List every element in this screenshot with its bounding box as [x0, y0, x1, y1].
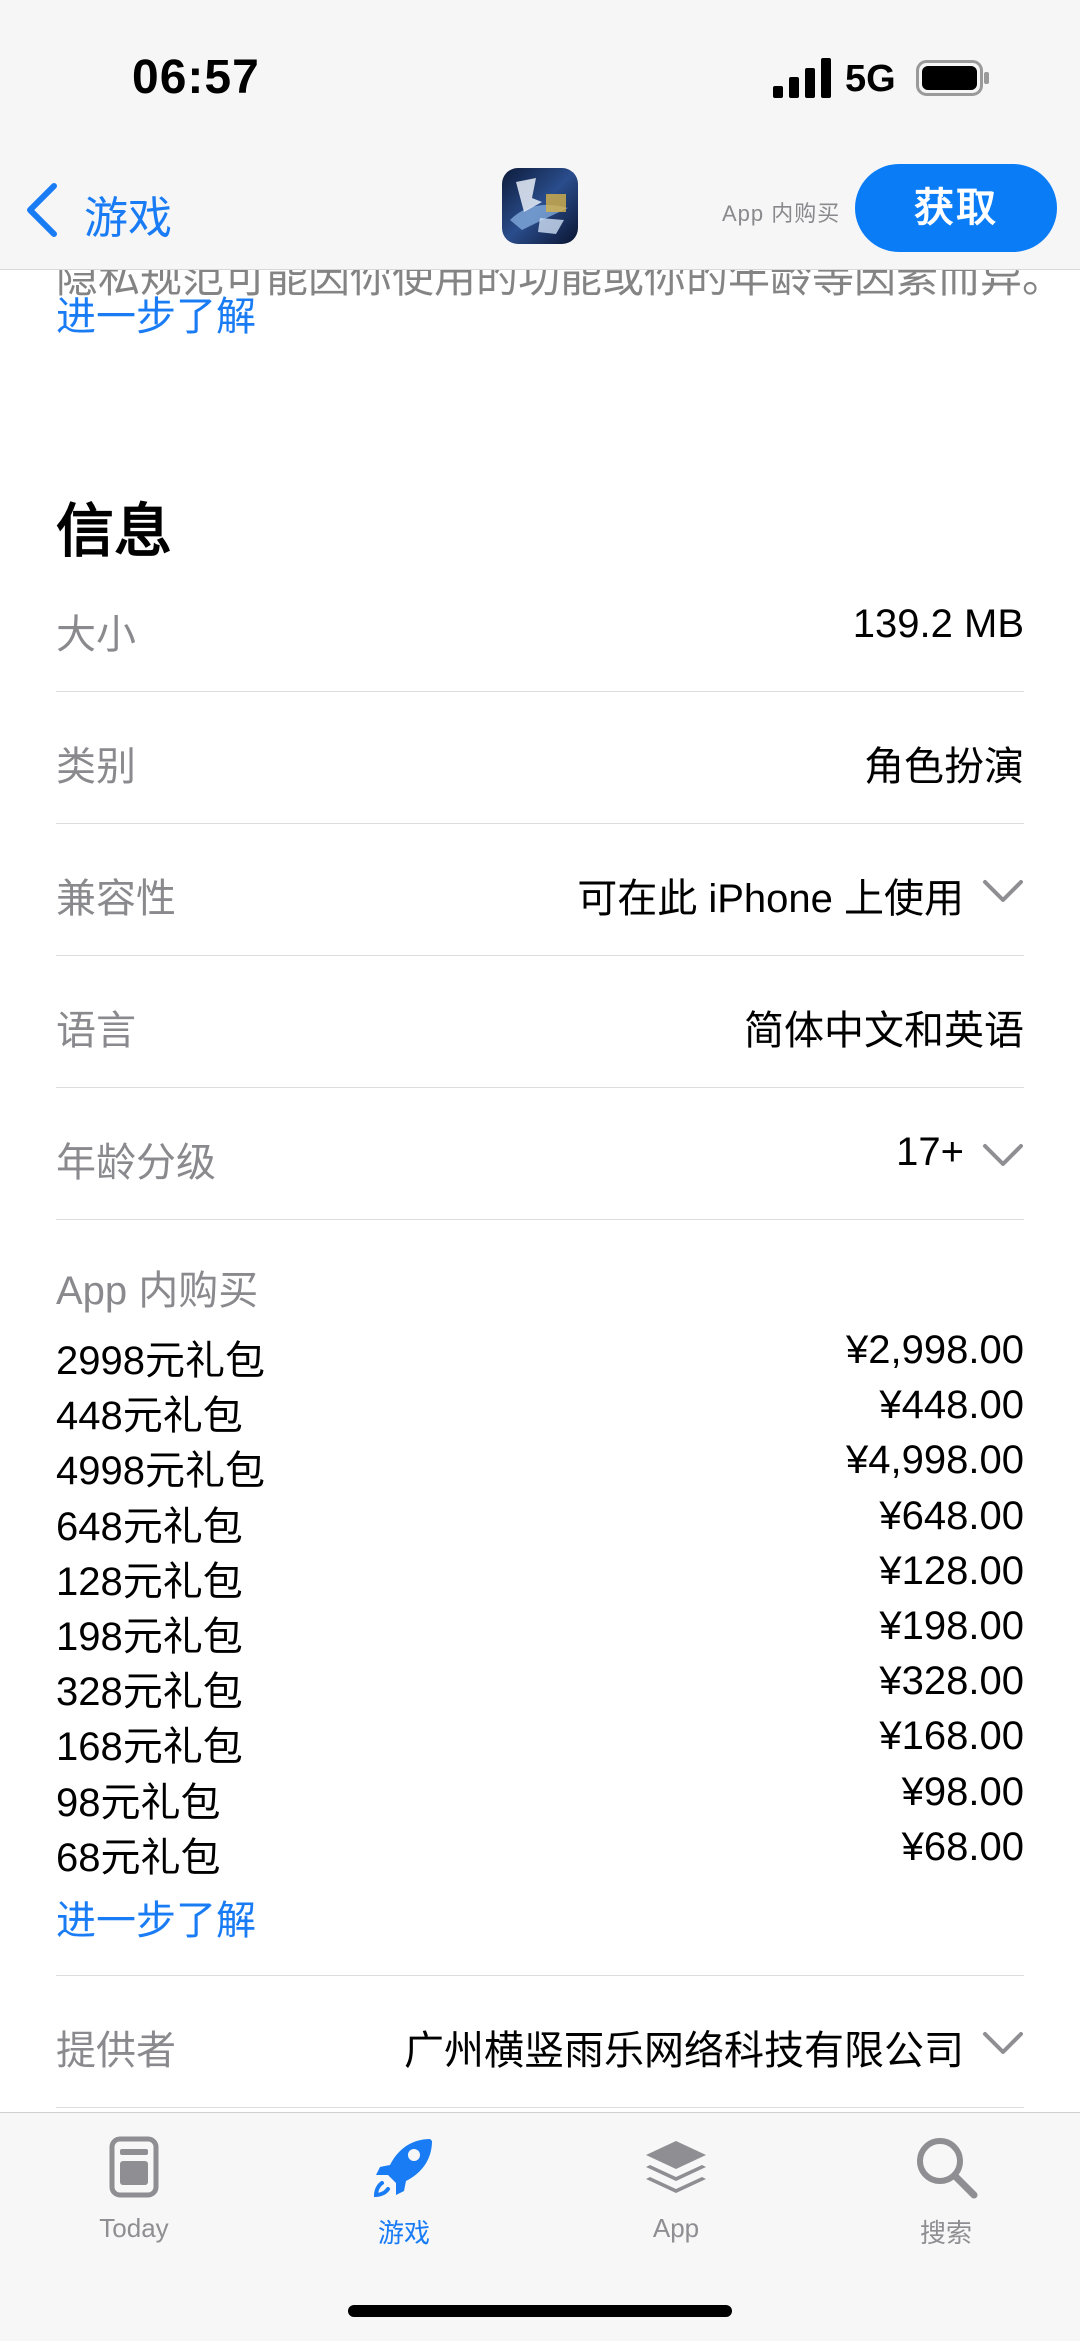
- info-row-size: 大小 139.2 MB: [56, 560, 1024, 692]
- rocket-icon: [373, 2139, 432, 2198]
- search-icon: [917, 2138, 978, 2199]
- info-label: 大小: [56, 613, 136, 657]
- info-value: 17+: [896, 1130, 964, 1174]
- info-label: 语言: [56, 1009, 136, 1053]
- list-item: 2998元礼包 ¥2,998.00: [56, 1322, 1024, 1383]
- info-label: 提供者: [56, 2029, 176, 2073]
- chevron-down-icon[interactable]: [982, 1142, 1024, 1168]
- navigation-bar: 游戏 App 内购买 获取: [0, 150, 1080, 270]
- list-item: 328元礼包 ¥328.00: [56, 1653, 1024, 1714]
- tab-apps[interactable]: App: [576, 2131, 776, 2261]
- in-app-purchase-note: App 内购买: [722, 201, 841, 226]
- item-price: ¥68.00: [901, 1824, 1024, 1869]
- status-time: 06:57: [132, 51, 260, 104]
- info-value: 简体中文和英语: [744, 1009, 1024, 1053]
- info-value: 可在此 iPhone 上使用: [577, 877, 964, 921]
- chevron-down-icon[interactable]: [982, 2030, 1024, 2056]
- battery-icon: [916, 60, 989, 96]
- back-button[interactable]: 游戏: [84, 182, 172, 246]
- tab-games[interactable]: 游戏: [304, 2131, 504, 2261]
- get-button[interactable]: 获取: [855, 164, 1057, 252]
- chevron-down-icon[interactable]: [982, 878, 1024, 904]
- layers-icon: [646, 2141, 706, 2193]
- learn-more-link[interactable]: 进一步了解: [56, 1888, 256, 1946]
- item-price: ¥328.00: [879, 1659, 1024, 1704]
- list-item: 198元礼包 ¥198.00: [56, 1598, 1024, 1659]
- item-price: ¥98.00: [901, 1769, 1024, 1814]
- in-app-purchases-title: App 内购买: [56, 1269, 259, 1313]
- today-icon: [109, 2136, 159, 2198]
- list-item: 98元礼包 ¥98.00: [56, 1764, 1024, 1825]
- list-item: 648元礼包 ¥648.00: [56, 1488, 1024, 1549]
- item-price: ¥4,998.00: [846, 1438, 1024, 1483]
- status-bar: 06:57 5G: [0, 0, 1080, 150]
- info-label: 兼容性: [56, 877, 176, 921]
- item-price: ¥198.00: [879, 1603, 1024, 1648]
- info-value: 139.2 MB: [852, 602, 1024, 646]
- info-row-category: 类别 角色扮演: [56, 692, 1024, 824]
- list-item: 168元礼包 ¥168.00: [56, 1708, 1024, 1769]
- section-title: 信息: [56, 499, 173, 564]
- info-label: 类别: [56, 745, 136, 789]
- item-name: 68元礼包: [56, 1835, 221, 1880]
- item-price: ¥648.00: [879, 1493, 1024, 1538]
- app-store-page: 06:57 5G 游戏 App 内购买 获取 隐私规范可能因你使用的功能或你的年…: [0, 0, 1080, 2341]
- info-row-provider[interactable]: 提供者 广州横竖雨乐网络科技有限公司: [56, 1976, 1024, 2108]
- info-row-language: 语言 简体中文和英语: [56, 956, 1024, 1088]
- tab-today[interactable]: Today: [34, 2131, 234, 2261]
- item-price: ¥128.00: [879, 1548, 1024, 1593]
- list-item: 4998元礼包 ¥4,998.00: [56, 1432, 1024, 1493]
- item-price: ¥168.00: [879, 1714, 1024, 1759]
- tab-label: App: [652, 2213, 700, 2243]
- in-app-purchases-list: 2998元礼包 ¥2,998.00 448元礼包 ¥448.00 4998元礼包 ¥4…: [56, 1322, 1024, 1880]
- tab-search[interactable]: 搜索: [846, 2131, 1046, 2261]
- info-label: 年龄分级: [56, 1141, 216, 1185]
- cellular-signal-icon: [773, 58, 831, 98]
- info-value: 广州横竖雨乐网络科技有限公司: [404, 2029, 964, 2073]
- list-item: 448元礼包 ¥448.00: [56, 1377, 1024, 1438]
- network-type: 5G: [845, 58, 896, 100]
- info-value: 角色扮演: [864, 745, 1024, 789]
- info-row-compatibility[interactable]: 兼容性 可在此 iPhone 上使用: [56, 824, 1024, 956]
- in-app-purchases-section: App 内购买 2998元礼包 ¥2,998.00 448元礼包 ¥448.00 4…: [56, 1218, 1024, 1976]
- tab-label: 游戏: [377, 2218, 430, 2248]
- home-indicator: [348, 2305, 732, 2317]
- tab-label: Today: [99, 2213, 169, 2243]
- back-chevron-icon[interactable]: [22, 182, 62, 238]
- item-price: ¥448.00: [879, 1383, 1024, 1428]
- tab-label: 搜索: [919, 2218, 972, 2248]
- list-item: 128元礼包 ¥128.00: [56, 1543, 1024, 1604]
- learn-more-link[interactable]: 进一步了解: [56, 284, 256, 342]
- item-price: ¥2,998.00: [846, 1328, 1024, 1372]
- list-item: 68元礼包 ¥68.00: [56, 1819, 1024, 1880]
- info-row-age-rating[interactable]: 年龄分级 17+: [56, 1088, 1024, 1220]
- app-icon: [502, 168, 578, 244]
